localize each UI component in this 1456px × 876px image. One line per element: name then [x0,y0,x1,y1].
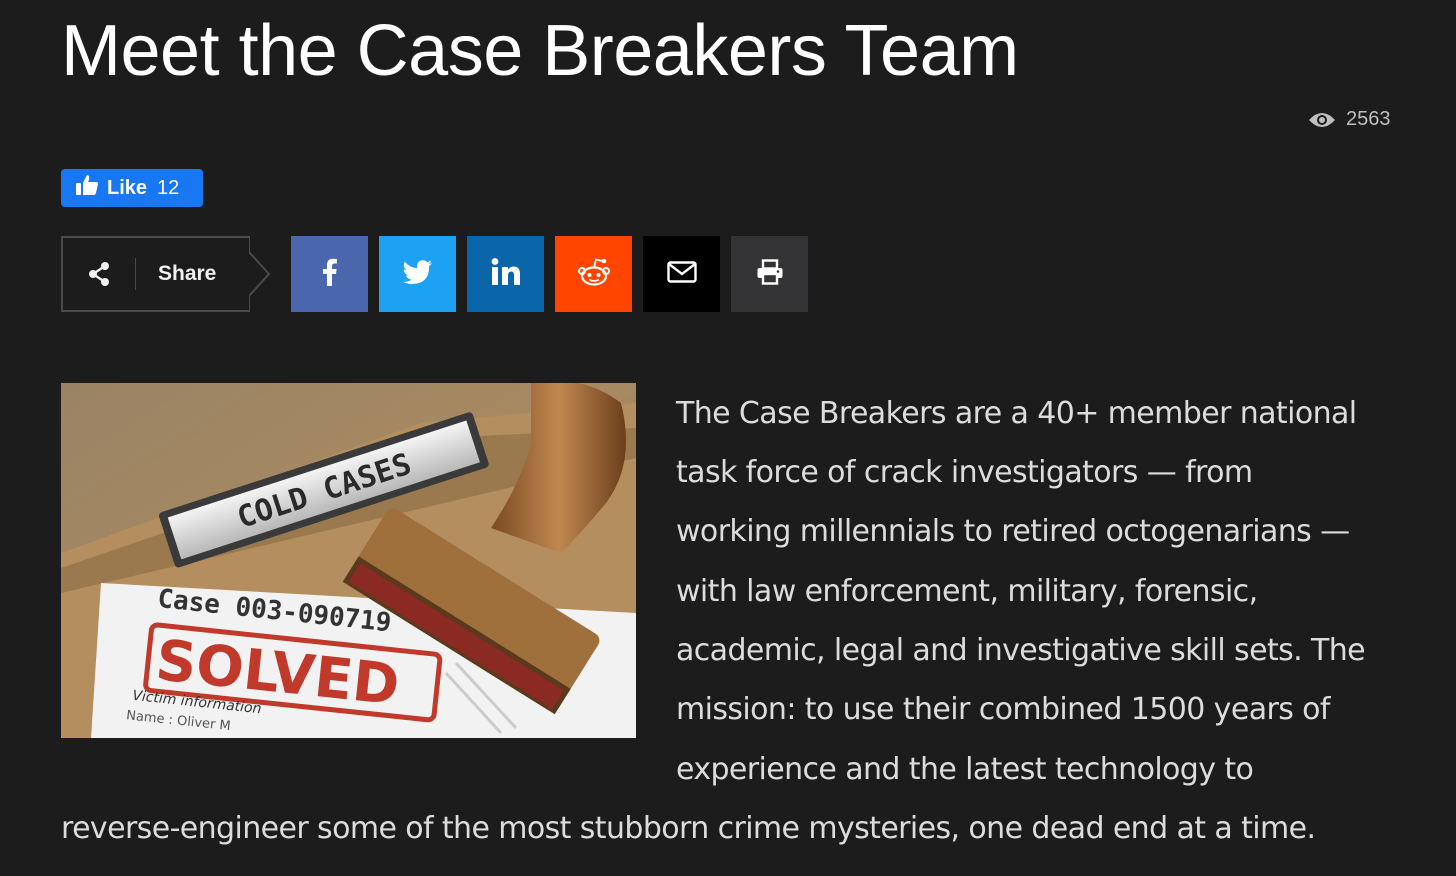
article-line: experience and the latest technology to [676,752,1254,787]
envelope-icon [666,260,697,288]
article-line: working millennials to retired octogenar… [676,514,1350,549]
article-line: mission: to use their combined 1500 year… [676,692,1330,727]
view-count: 2563 [1346,108,1391,130]
page-title: Meet the Case Breakers Team [61,11,1019,91]
print-button[interactable] [731,236,808,312]
share-icon [63,238,135,310]
facebook-like-button[interactable]: Like 12 [61,169,203,207]
article-photo: COLD CASES Case 003-090719 SOLVED Victim… [61,383,636,738]
like-count: 12 [157,176,180,199]
eye-icon [1308,111,1336,129]
article-line: reverse-engineer some of the most stubbo… [61,811,1316,846]
share-button[interactable]: Share [61,236,249,312]
twitter-icon [402,259,433,289]
article-line: The Case Breakers are a 40+ member natio… [676,396,1357,431]
article-line: academic, legal and investigative skill … [676,633,1366,668]
printer-icon [756,258,784,290]
facebook-share-button[interactable] [291,236,368,312]
reddit-icon [577,257,611,292]
facebook-icon [322,258,338,291]
share-label: Share [158,262,217,285]
article-line: task force of crack investigators — from [676,455,1253,490]
email-share-button[interactable] [643,236,720,312]
share-arrow [249,236,271,312]
share-divider [135,258,136,290]
like-label: Like [107,176,148,199]
thumbs-up-icon [75,174,99,202]
linkedin-share-button[interactable] [467,236,544,312]
linkedin-icon [491,257,521,291]
article-line: with law enforcement, military, forensic… [676,574,1258,609]
twitter-share-button[interactable] [379,236,456,312]
reddit-share-button[interactable] [555,236,632,312]
view-counter: 2563 [1308,108,1391,131]
